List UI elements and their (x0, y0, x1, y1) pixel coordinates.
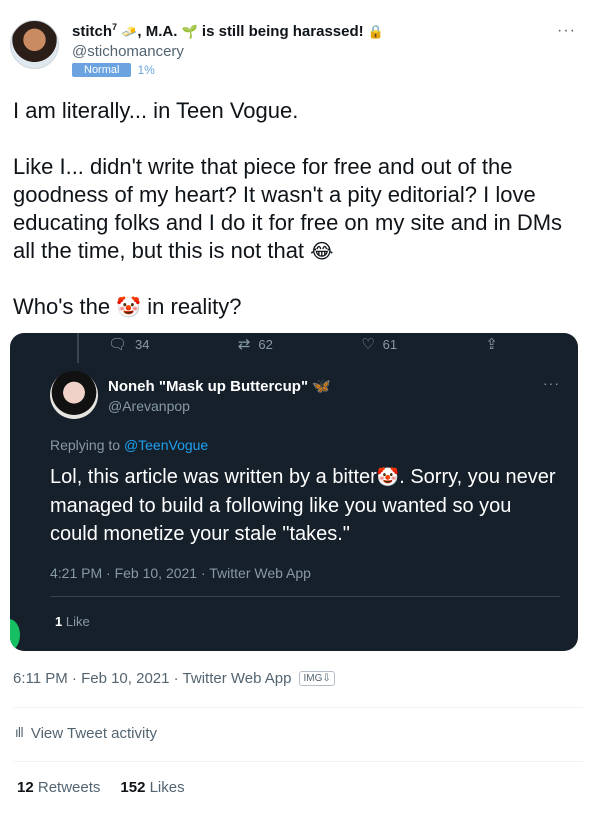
badge-row: Normal 1% (72, 63, 155, 77)
embed-tweet-text: Lol, this article was written by a bitte… (50, 463, 560, 548)
likes-label: Likes (149, 779, 185, 796)
tweet-line-3-end: in reality? (147, 294, 242, 319)
embed-timestamp: 4:21 PM · Feb 10, 2021 · Twitter Web App (50, 565, 311, 581)
divider (13, 707, 583, 708)
display-name[interactable]: stitch7 🧈, M.A. 🌱 is still being harasse… (72, 22, 384, 40)
badge-percent: 1% (137, 63, 155, 77)
tweet-line-2: Like I... didn't write that piece for fr… (13, 153, 583, 265)
replying-prefix: Replying to (50, 437, 121, 453)
embed-likes-count: 1 (55, 614, 63, 629)
green-indicator (10, 619, 20, 651)
embed-more-icon[interactable]: ··· (543, 375, 560, 391)
tweet-timestamp[interactable]: 6:11 PM · Feb 10, 2021 · Twitter Web App (13, 670, 291, 687)
heart-icon: ♡ (361, 335, 375, 353)
likes-count: 152 (120, 779, 146, 796)
name-text: stitch (72, 23, 113, 40)
embed-handle[interactable]: @Arevanpop (108, 398, 190, 414)
clown-emoji: 🤡 (376, 467, 400, 488)
divider (13, 761, 583, 762)
embed-avatar[interactable] (50, 371, 98, 419)
embed-divider (50, 596, 560, 597)
status-badge: Normal (72, 63, 132, 77)
reply-icon: 🗨 (108, 335, 128, 353)
retweet-icon: ⇄ (237, 335, 251, 353)
bar-chart-icon: ıll (15, 726, 24, 741)
mention-link[interactable]: @TeenVogue (124, 437, 208, 453)
embed-likes[interactable]: 1 Like (55, 614, 90, 629)
name-suffix: is still being harassed! (201, 23, 364, 40)
tweet-header: stitch7 🧈, M.A. 🌱 is still being harasse… (10, 16, 590, 82)
lock-icon: 🔒 (367, 25, 384, 40)
replying-to: Replying to @TeenVogue (50, 437, 208, 453)
reply-count: 34 (135, 336, 150, 352)
butterfly-emoji: 🦋 (312, 377, 331, 395)
embed-likes-label: Like (65, 614, 90, 629)
retweet-action[interactable]: ⇄ 62 (238, 335, 273, 353)
clown-emoji: 🤡 (116, 295, 142, 319)
thread-line (77, 333, 79, 363)
share-action[interactable]: ⇪ (485, 335, 498, 353)
butter-emoji: 🧈 (121, 25, 138, 40)
avatar[interactable] (10, 20, 59, 69)
embed-text-start: Lol, this article was written by a bitte… (50, 466, 377, 488)
embed-header: Noneh "Mask up Buttercup" 🦋 @Arevanpop ·… (50, 371, 564, 421)
tweet-line-2-text: Like I... didn't write that piece for fr… (13, 154, 563, 263)
name-degree: , M.A. (137, 23, 178, 40)
reply-action[interactable]: 🗨 34 (108, 335, 150, 353)
tweet-meta: 6:11 PM · Feb 10, 2021 · Twitter Web App… (13, 670, 335, 687)
tweet-line-3: Who's the 🤡 in reality? (13, 293, 583, 321)
embed-action-bar: 🗨 34 ⇄ 62 ♡ 61 ⇪ (108, 335, 498, 353)
image-download-icon[interactable]: IMG⇩ (299, 671, 335, 686)
likes-stat[interactable]: 152 Likes (120, 779, 184, 796)
seedling-emoji: 🌱 (181, 25, 198, 40)
retweets-count: 12 (17, 779, 34, 796)
view-activity-link[interactable]: ıll View Tweet activity (15, 725, 157, 742)
retweets-label: Retweets (37, 779, 101, 796)
retweets-stat[interactable]: 12 Retweets (17, 779, 100, 796)
share-icon: ⇪ (485, 335, 498, 353)
embed-name-text: Noneh "Mask up Buttercup" (108, 378, 309, 395)
laughing-emoji: 😂 (310, 239, 334, 263)
retweet-count: 62 (258, 336, 273, 352)
activity-label: View Tweet activity (30, 725, 158, 742)
name-sup: 7 (112, 22, 118, 32)
tweet-stats: 12 Retweets 152 Likes (17, 779, 185, 796)
like-action[interactable]: ♡ 61 (361, 335, 397, 353)
embed-display-name[interactable]: Noneh "Mask up Buttercup" 🦋 (108, 377, 331, 395)
more-options-icon[interactable]: ··· (557, 22, 576, 40)
tweet-line-1: I am literally... in Teen Vogue. (13, 98, 299, 123)
tweet-body: I am literally... in Teen Vogue. Like I.… (13, 97, 583, 349)
like-count: 61 (382, 336, 398, 352)
embedded-screenshot[interactable]: 🗨 34 ⇄ 62 ♡ 61 ⇪ Noneh "Mask up Buttercup" … (10, 333, 578, 651)
user-handle[interactable]: @stichomancery (72, 43, 184, 60)
tweet-line-3-start: Who's the (13, 294, 111, 319)
